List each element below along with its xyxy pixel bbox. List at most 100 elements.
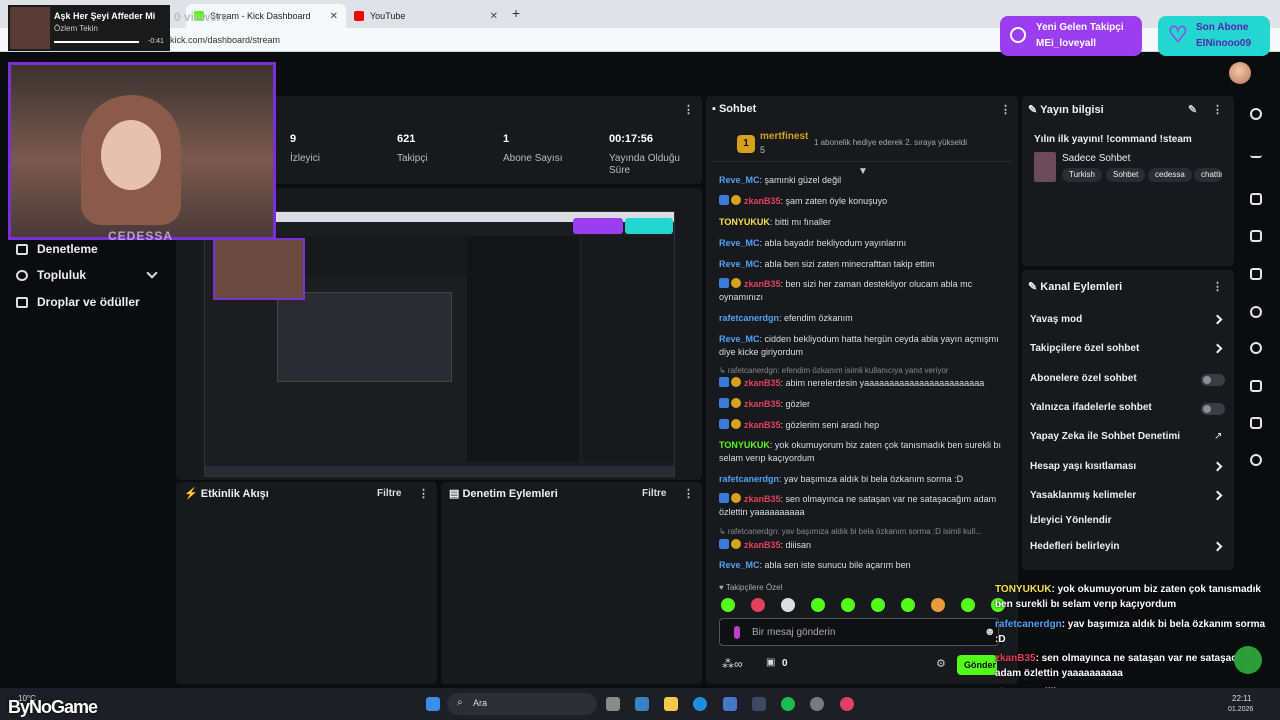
- channel-action-item[interactable]: Hedefleri belirleyin: [1030, 541, 1119, 552]
- emote-icon[interactable]: [811, 598, 825, 612]
- obs-icon[interactable]: [810, 697, 824, 711]
- more-options-icon[interactable]: ⋮: [1000, 103, 1011, 116]
- send-button[interactable]: Gönder: [957, 655, 997, 675]
- external-link-icon[interactable]: ↗: [1214, 431, 1222, 442]
- toggle-switch[interactable]: [1201, 374, 1225, 386]
- chat-message[interactable]: rafetcanerdgn: efendim özkanım: [719, 312, 1009, 325]
- close-tab-icon[interactable]: ✕: [330, 11, 338, 22]
- chat-username[interactable]: Reve_MC: [719, 175, 760, 185]
- wrench-icon[interactable]: [1250, 417, 1262, 429]
- chat-username[interactable]: TONYUKUK: [719, 440, 770, 450]
- chat-message[interactable]: zkanB35: gözlerim seni aradı hep: [719, 419, 1009, 432]
- chat-message[interactable]: Reve_MC: abla ben sizi zaten minecraftta…: [719, 258, 1009, 271]
- channel-action-item[interactable]: Takipçilere özel sohbet: [1030, 343, 1139, 354]
- chat-username[interactable]: rafetcanerdgn: [719, 313, 779, 323]
- edge-icon[interactable]: [693, 697, 707, 711]
- emote-icon[interactable]: [871, 598, 885, 612]
- emote-icon[interactable]: [901, 598, 915, 612]
- chat-username[interactable]: TONYUKUK: [719, 217, 770, 227]
- channel-action-item[interactable]: Abonelere özel sohbet: [1030, 373, 1137, 384]
- emote-icon[interactable]: [721, 598, 735, 612]
- more-options-icon[interactable]: ⋮: [683, 103, 694, 116]
- chat-message[interactable]: Reve_MC: abla sen iste sunucu bile açarı…: [719, 559, 1009, 572]
- app-icon[interactable]: [840, 697, 854, 711]
- more-options-icon[interactable]: ⋮: [1212, 103, 1223, 116]
- chat-message[interactable]: zkanB35: ben sizi her zaman destekliyor …: [719, 278, 1009, 304]
- file-explorer-icon[interactable]: [664, 697, 678, 711]
- close-tab-icon[interactable]: ✕: [490, 11, 498, 22]
- tag-pill[interactable]: cedessa: [1148, 168, 1192, 182]
- chat-message[interactable]: zkanB35: sen olmayınca ne sataşan var ne…: [719, 493, 1009, 519]
- avatar[interactable]: [1229, 62, 1251, 84]
- chat-message[interactable]: rafetcanerdgn: yav başımıza aldık bi bel…: [719, 473, 1009, 486]
- emote-icon[interactable]: [781, 598, 795, 612]
- start-icon[interactable]: [426, 697, 440, 711]
- chat-username[interactable]: zkanB35: [744, 540, 781, 550]
- channel-action-item[interactable]: Hesap yaşı kısıtlaması: [1030, 461, 1136, 472]
- camera-icon[interactable]: [1250, 193, 1262, 205]
- emoji-icon[interactable]: ☻: [984, 626, 996, 638]
- chat-message[interactable]: TONYUKUK: yok okumuyorum biz zaten çok t…: [719, 439, 1009, 465]
- broadcast-icon[interactable]: [1250, 342, 1262, 354]
- store-icon[interactable]: [723, 697, 737, 711]
- pencil-icon[interactable]: [1250, 146, 1262, 158]
- channel-action-item[interactable]: Yalnızca ifadelerle sohbet: [1030, 402, 1152, 413]
- chat-username[interactable]: zkanB35: [744, 420, 781, 430]
- tab-youtube[interactable]: YouTube ✕: [346, 4, 506, 28]
- emote-icon[interactable]: [961, 598, 975, 612]
- channel-action-item[interactable]: Yapay Zeka ile Sohbet Denetimi: [1030, 431, 1180, 442]
- new-tab-button[interactable]: +: [512, 5, 520, 21]
- info-icon[interactable]: [1250, 108, 1262, 120]
- emote-icon[interactable]: [841, 598, 855, 612]
- chat-message[interactable]: Reve_MC: şamınki güzel değil: [719, 174, 1009, 187]
- chat-username[interactable]: Reve_MC: [719, 259, 760, 269]
- chat-username[interactable]: rafetcanerdgn: [719, 474, 779, 484]
- emote-icon[interactable]: [931, 598, 945, 612]
- more-options-icon[interactable]: ⋮: [683, 487, 694, 500]
- more-options-icon[interactable]: ⋮: [1212, 280, 1223, 293]
- channel-action-item[interactable]: Yavaş mod: [1030, 314, 1082, 325]
- tag-pill[interactable]: Sohbet: [1106, 168, 1146, 182]
- chat-username[interactable]: zkanB35: [744, 399, 781, 409]
- chat-username[interactable]: Reve_MC: [719, 560, 760, 570]
- chat-username[interactable]: Reve_MC: [719, 238, 760, 248]
- chat-message[interactable]: zkanB35: abim nerelerdesin yaaaaaaaaaaaa…: [719, 377, 1009, 390]
- gift-icon[interactable]: ▣: [766, 657, 775, 668]
- channel-action-item[interactable]: Yasaklanmış kelimeler: [1030, 490, 1136, 501]
- points-icon[interactable]: ⁂∞: [722, 657, 743, 671]
- layout-icon[interactable]: [1250, 380, 1262, 392]
- channel-action-item[interactable]: İzleyici Yönlendir: [1030, 515, 1112, 526]
- chat-message[interactable]: zkanB35: diiisan: [719, 539, 1009, 552]
- settings-gear-icon[interactable]: ⚙: [936, 657, 946, 670]
- chat-username[interactable]: zkanB35: [744, 378, 781, 388]
- chat-message[interactable]: Reve_MC: abla bayadır bekliyodum yayınla…: [719, 237, 1009, 250]
- spotify-icon[interactable]: [781, 697, 795, 711]
- emote-icon[interactable]: [751, 598, 765, 612]
- moderation-filter-button[interactable]: Filtre: [642, 488, 666, 499]
- lightning-icon[interactable]: [1250, 230, 1262, 242]
- points-icon[interactable]: [1250, 454, 1262, 466]
- chat-input[interactable]: Bir mesaj gönderin ☻: [719, 618, 999, 646]
- sidebar-item-topluluk[interactable]: Topluluk: [16, 268, 86, 282]
- tag-pill[interactable]: Turkish: [1062, 168, 1102, 182]
- chat-message[interactable]: Reve_MC: cidden bekliyodum hatta hergün …: [719, 333, 1009, 359]
- microphone-icon[interactable]: [734, 626, 740, 639]
- activity-filter-button[interactable]: Filtre: [377, 488, 401, 499]
- chat-message[interactable]: zkanB35: gözler: [719, 398, 1009, 411]
- document-icon[interactable]: [1250, 268, 1262, 280]
- chat-message[interactable]: TONYUKUK: bitti mı fınaller: [719, 216, 1009, 229]
- stream-preview[interactable]: [204, 211, 675, 477]
- copilot-icon[interactable]: [635, 697, 649, 711]
- sidebar-item-denetleme[interactable]: Denetleme: [16, 242, 98, 256]
- task-view-icon[interactable]: [606, 697, 620, 711]
- more-options-icon[interactable]: ⋮: [418, 487, 429, 500]
- chat-username[interactable]: zkanB35: [744, 279, 781, 289]
- tag-pill[interactable]: chatting: [1194, 168, 1222, 182]
- edit-icon[interactable]: ✎: [1188, 103, 1197, 116]
- taskbar-search[interactable]: ⌕ Ara: [447, 693, 597, 715]
- chat-username[interactable]: zkanB35: [744, 196, 781, 206]
- toggle-switch[interactable]: [1201, 403, 1225, 415]
- chat-username[interactable]: Reve_MC: [719, 334, 760, 344]
- chat-username[interactable]: zkanB35: [744, 494, 781, 504]
- chat-message[interactable]: zkanB35: şam zaten öyle konuşuyo: [719, 195, 1009, 208]
